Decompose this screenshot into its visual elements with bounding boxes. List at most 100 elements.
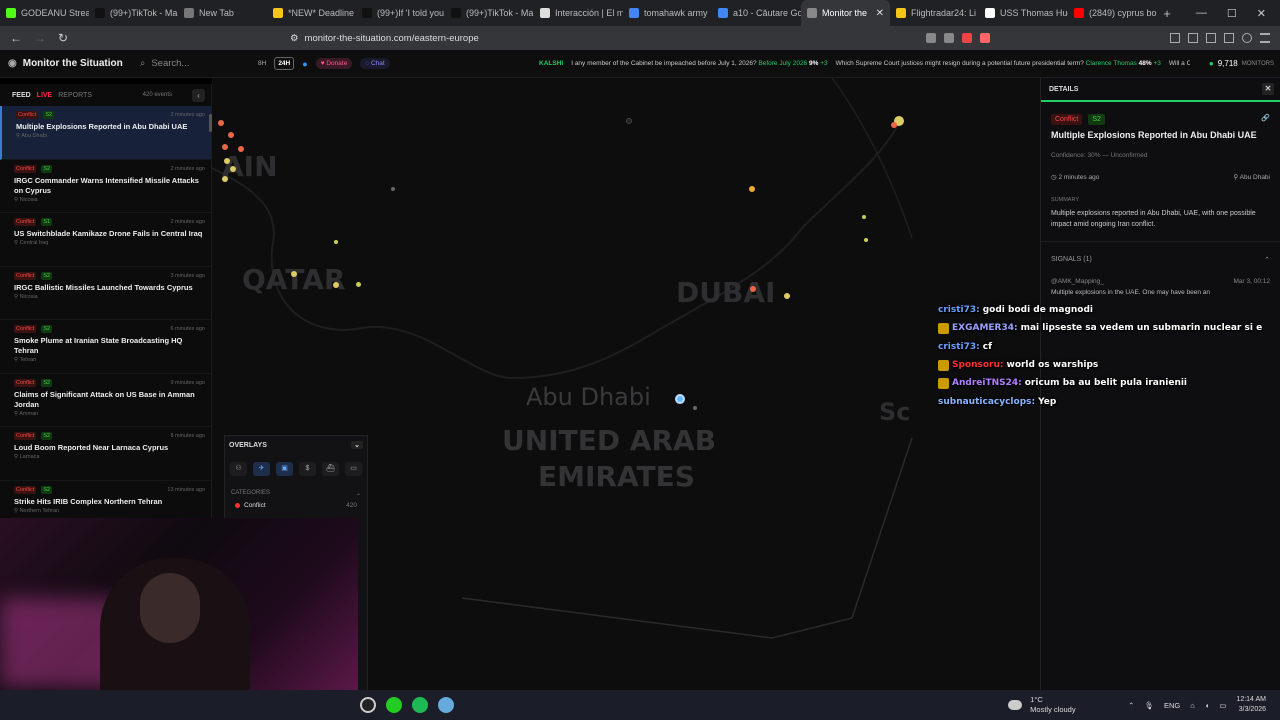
browser-tab[interactable]: Monitor the ✕ — [801, 0, 890, 26]
feed-item[interactable]: Conflict S2 2 minutes ago Multiple Explosio… — [0, 106, 211, 160]
collapse-feed-button[interactable]: ‹ — [192, 88, 205, 102]
brand[interactable]: ◉ Monitor the Situation — [0, 58, 132, 69]
language-indicator[interactable]: ENG — [1164, 701, 1180, 710]
extension-icon[interactable] — [980, 33, 990, 43]
lock-icon[interactable]: ▣ — [276, 462, 293, 476]
download-icon[interactable] — [1188, 33, 1198, 43]
camera-icon[interactable]: ▭ — [345, 462, 362, 476]
maximize-icon[interactable]: ☐ — [1227, 7, 1237, 20]
browser-tab[interactable]: *NEW* Deadline — [267, 0, 356, 26]
telegram-icon[interactable]: ● — [302, 59, 307, 69]
mic-icon[interactable]: 🎙 — [1144, 701, 1154, 710]
map-marker[interactable] — [391, 187, 395, 191]
map-marker[interactable] — [626, 118, 632, 124]
feed-item[interactable]: Conflict S1 2 minutes ago US Switchblade Ka… — [0, 213, 211, 267]
people-icon[interactable]: ⚇ — [230, 462, 247, 476]
map-marker[interactable] — [356, 282, 361, 287]
event-marker[interactable] — [891, 122, 897, 128]
wallet-icon[interactable] — [1224, 33, 1234, 43]
event-marker[interactable] — [291, 271, 297, 277]
range-8h-button[interactable]: 8H — [258, 60, 266, 67]
menu-icon[interactable] — [1260, 33, 1270, 43]
browser-tab[interactable]: (99+)If 'I told you — [356, 0, 445, 26]
ticker-item[interactable]: Which Supreme Court justices might resig… — [836, 60, 1161, 67]
share-icon[interactable] — [944, 33, 954, 43]
categories-header[interactable]: CATEGORIES ⌄ — [225, 484, 367, 497]
event-marker[interactable] — [784, 293, 790, 299]
new-tab-button[interactable]: + — [1157, 6, 1177, 21]
tab-live[interactable]: LIVE — [37, 92, 53, 99]
browser-tab[interactable]: Interacción | El m — [534, 0, 623, 26]
xbox-icon[interactable] — [386, 697, 402, 713]
event-marker[interactable] — [750, 286, 756, 292]
extension-icon[interactable] — [962, 33, 972, 43]
map-marker[interactable] — [862, 215, 866, 219]
close-icon[interactable]: ✕ — [1262, 83, 1274, 95]
tab-reports[interactable]: REPORTS — [58, 92, 92, 99]
overlays-header[interactable]: OVERLAYS ⌄ — [225, 436, 367, 454]
forward-icon[interactable]: → — [34, 31, 46, 45]
feed-item[interactable]: Conflict S2 9 minutes ago Claims of Signifi… — [0, 374, 211, 427]
range-24h-button[interactable]: 24H — [274, 57, 295, 70]
clock[interactable]: 12:14 AM 3/3/2026 — [1236, 695, 1266, 715]
browser-tab[interactable]: (2849) cyprus bo — [1068, 0, 1157, 26]
map-marker[interactable] — [864, 238, 868, 242]
tab-feed[interactable]: FEED — [12, 92, 31, 99]
network-icon[interactable]: ⌂ — [1190, 701, 1195, 710]
feed-item[interactable]: Conflict S2 8 minutes ago Loud Boom Reporte… — [0, 427, 211, 481]
ship-icon[interactable]: ⛴ — [322, 462, 339, 476]
event-marker[interactable] — [228, 132, 234, 138]
close-window-icon[interactable]: ✕ — [1257, 7, 1266, 20]
chevron-up-icon[interactable]: ⌃ — [1264, 256, 1270, 264]
selected-event-marker[interactable] — [675, 394, 685, 404]
browser-tab[interactable]: (99+)TikTok - Ma — [445, 0, 534, 26]
search-input[interactable]: ⌕ Search... — [132, 55, 244, 73]
ticker-item[interactable]: I any member of the Cabinet be impeached… — [571, 60, 827, 67]
event-marker[interactable] — [230, 166, 236, 172]
feed-item[interactable]: Conflict S2 2 minutes ago IRGC Commander Wa… — [0, 160, 211, 213]
puzzle-icon[interactable] — [1170, 33, 1180, 43]
event-marker[interactable] — [222, 176, 228, 182]
weather-widget[interactable]: 1°C Mostly cloudy — [1008, 695, 1108, 715]
signals-header[interactable]: SIGNALS (1) ⌃ — [1041, 242, 1280, 264]
extension-icon[interactable] — [926, 33, 936, 43]
event-marker[interactable] — [218, 120, 224, 126]
spotify-icon[interactable] — [412, 697, 428, 713]
volume-icon[interactable]: ◖ — [1205, 701, 1210, 710]
browser-tab[interactable]: New Tab — [178, 0, 267, 26]
event-marker[interactable] — [333, 282, 339, 288]
event-marker[interactable] — [224, 158, 230, 164]
map-marker[interactable] — [334, 240, 338, 244]
app-icon[interactable] — [438, 697, 454, 713]
feed-item[interactable]: Conflict S2 6 minutes ago Smoke Plume at Ir… — [0, 320, 211, 374]
browser-tab[interactable]: USS Thomas Hud — [979, 0, 1068, 26]
prediction-ticker[interactable]: KALSHI I any member of the Cabinet be imp… — [539, 50, 1190, 78]
browser-tab[interactable]: a10 - Căutare Go — [712, 0, 801, 26]
browser-tab[interactable]: Flightradar24: Li — [890, 0, 979, 26]
reload-icon[interactable]: ↻ — [58, 31, 68, 45]
plane-icon[interactable]: ✈ — [253, 462, 270, 476]
map-marker[interactable] — [693, 406, 697, 410]
url-field[interactable]: ⚙ monitor-the-situation.com/eastern-euro… — [290, 28, 916, 48]
event-marker[interactable] — [222, 144, 228, 150]
category-conflict[interactable]: Conflict 420 — [225, 497, 367, 514]
browser-tab[interactable]: tomahawk army — [623, 0, 712, 26]
ticker-item[interactable]: Will a Canadian team win the S — [1169, 60, 1190, 67]
chevron-up-icon[interactable]: ⌃ — [1128, 701, 1134, 710]
minimize-icon[interactable]: — — [1196, 7, 1207, 20]
browser-tab[interactable]: (99+)TikTok - Ma — [89, 0, 178, 26]
browser-tab[interactable]: GODEANU Strea — [0, 0, 89, 26]
sidebar-icon[interactable] — [1206, 33, 1216, 43]
feed-item[interactable]: Conflict S2 3 minutes ago IRGC Ballistic Mi… — [0, 267, 211, 320]
steam-icon[interactable] — [360, 697, 376, 713]
battery-icon[interactable]: ▭ — [1219, 701, 1226, 710]
profile-icon[interactable] — [1242, 33, 1252, 43]
site-info-icon[interactable]: ⚙ — [290, 33, 299, 44]
dollar-icon[interactable]: $ — [299, 462, 316, 476]
event-marker[interactable] — [238, 146, 244, 152]
feed-item[interactable]: Conflict S2 13 minutes ago Strike Hits IRIB… — [0, 481, 211, 521]
donate-button[interactable]: ♥ Donate — [315, 58, 353, 69]
back-icon[interactable]: ← — [10, 31, 22, 45]
close-tab-icon[interactable]: ✕ — [876, 8, 884, 19]
chat-button[interactable]: ◌ Chat — [360, 58, 390, 69]
